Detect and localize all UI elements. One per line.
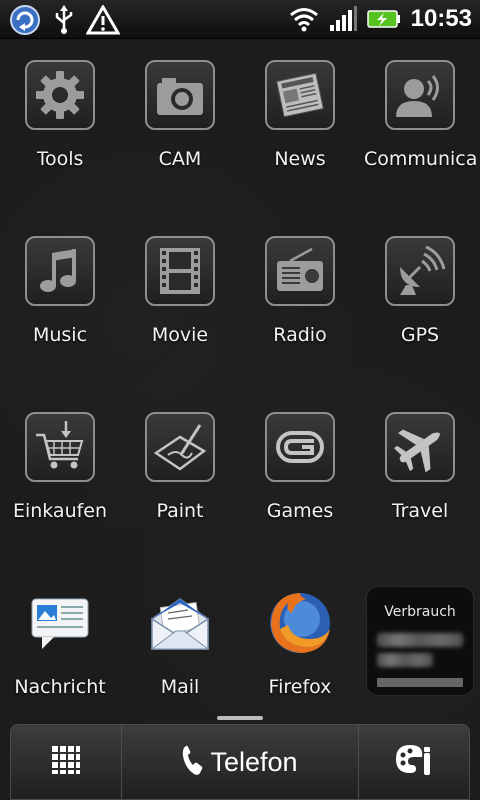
app-mail[interactable]: Mail (120, 578, 240, 748)
phone-handset-icon (182, 744, 204, 780)
app-label: Nachricht (14, 676, 106, 698)
gameloft-icon (265, 412, 335, 482)
clock: 10:53 (410, 5, 472, 32)
status-bar[interactable]: 10:53 (0, 0, 480, 39)
app-paint[interactable]: Paint (120, 402, 240, 572)
app-label: Music (32, 324, 88, 346)
pen-tablet-icon (145, 412, 215, 482)
firefox-icon (265, 588, 335, 658)
app-label: Movie (151, 324, 209, 346)
app-label: Games (266, 500, 334, 522)
satellite-dish-icon (385, 236, 455, 306)
app-tools[interactable]: Tools (0, 50, 120, 220)
app-music[interactable]: Music (0, 226, 120, 396)
app-label: Einkaufen (12, 500, 108, 522)
app-label: Radio (273, 324, 327, 346)
battery-charging-icon (366, 9, 401, 29)
film-strip-icon (145, 236, 215, 306)
app-cam[interactable]: CAM (120, 50, 240, 220)
widget-blurred-percent (377, 653, 433, 667)
shopping-cart-icon (25, 412, 95, 482)
dock-handle[interactable] (217, 716, 263, 720)
app-label: Paint (156, 500, 204, 522)
music-note-icon (25, 236, 95, 306)
sync-app-icon (8, 3, 42, 37)
signal-icon (329, 6, 357, 32)
app-firefox[interactable]: Firefox (240, 578, 360, 748)
app-communica[interactable]: Communica (360, 50, 480, 220)
personalize-button[interactable] (359, 725, 469, 799)
app-einkaufen[interactable]: Einkaufen (0, 402, 120, 572)
verbrauch-widget[interactable]: Verbrauch (366, 586, 474, 696)
widget-blurred-value (377, 633, 463, 647)
app-travel[interactable]: Travel (360, 402, 480, 572)
usb-icon (52, 5, 76, 35)
app-label: Tools (36, 148, 84, 170)
warning-icon (86, 5, 120, 35)
widget-progress-bar (377, 678, 463, 687)
camera-icon (145, 60, 215, 130)
app-label: Communica (364, 148, 476, 170)
message-icon (25, 588, 95, 658)
telefon-label: Telefon (210, 746, 298, 777)
app-label: Mail (160, 676, 200, 698)
app-label: GPS (400, 324, 440, 346)
gear-icon (25, 60, 95, 130)
app-gps[interactable]: GPS (360, 226, 480, 396)
radio-icon (265, 236, 335, 306)
app-news[interactable]: News (240, 50, 360, 220)
app-drawer-icon (51, 745, 81, 779)
app-drawer-button[interactable] (11, 725, 122, 799)
app-label: CAM (158, 148, 202, 170)
newspaper-icon (265, 60, 335, 130)
contact-speaker-icon (385, 60, 455, 130)
dock-bar: Telefon (10, 724, 470, 800)
app-movie[interactable]: Movie (120, 226, 240, 396)
app-nachricht[interactable]: Nachricht (0, 578, 120, 748)
telefon-button[interactable]: Telefon (122, 725, 359, 799)
app-label: News (274, 148, 326, 170)
app-radio[interactable]: Radio (240, 226, 360, 396)
airplane-icon (385, 412, 455, 482)
app-games[interactable]: Games (240, 402, 360, 572)
wifi-icon (289, 6, 319, 32)
mail-envelope-icon (145, 588, 215, 658)
personalize-icon (394, 743, 434, 781)
app-label: Firefox (268, 676, 332, 698)
app-label: Travel (391, 500, 449, 522)
widget-title: Verbrauch (384, 604, 456, 620)
